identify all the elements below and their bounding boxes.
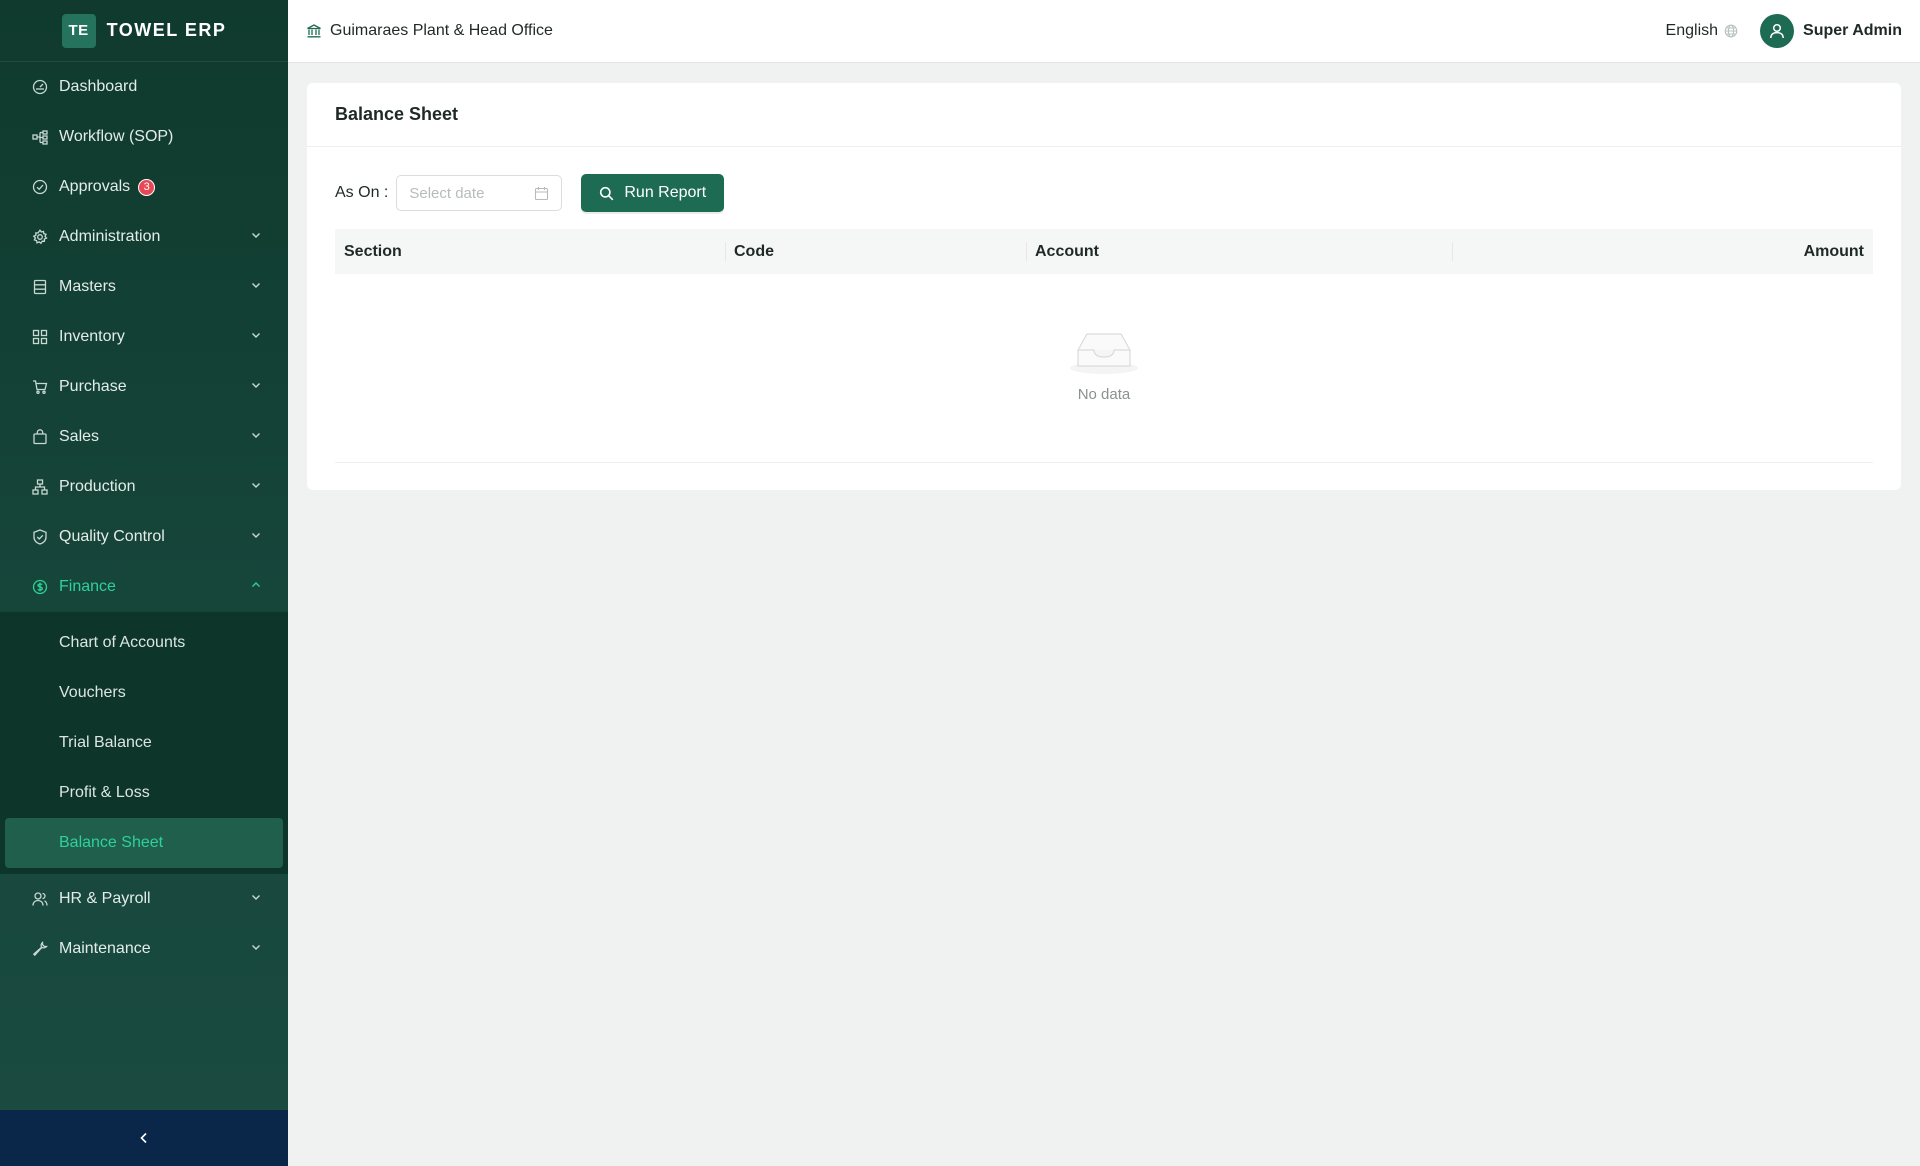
- column-header-amount[interactable]: Amount: [1452, 229, 1873, 274]
- brand[interactable]: TE TOWEL ERP: [0, 0, 288, 62]
- gear-icon: [32, 229, 48, 245]
- check-circle-icon: [32, 179, 48, 195]
- sidebar-item-label: Quality Control: [59, 528, 165, 545]
- sidebar: TE TOWEL ERP Dashboard Workflow (SOP) Ap…: [0, 0, 288, 1166]
- sidebar-item-label: Maintenance: [59, 940, 151, 957]
- sidebar-collapse-button[interactable]: [0, 1110, 288, 1166]
- globe-icon: [1724, 24, 1738, 38]
- sidebar-item-approvals[interactable]: Approvals 3: [0, 162, 288, 212]
- sidebar-item-purchase[interactable]: Purchase: [0, 362, 288, 412]
- sidebar-item-finance[interactable]: Finance: [0, 562, 288, 612]
- sidebar-item-label: Inventory: [59, 328, 125, 345]
- database-icon: [32, 279, 48, 295]
- search-icon: [600, 186, 614, 200]
- sidebar-item-label: Workflow (SOP): [59, 128, 174, 145]
- workflow-icon: [32, 129, 48, 145]
- column-header-account[interactable]: Account: [1026, 229, 1452, 274]
- as-on-date-picker[interactable]: [396, 175, 563, 211]
- balance-sheet-table: Section Code Account Amount No data: [335, 229, 1873, 463]
- sidebar-item-workflow[interactable]: Workflow (SOP): [0, 112, 288, 162]
- table-header: Section Code Account Amount: [335, 229, 1873, 274]
- dashboard-icon: [32, 79, 48, 95]
- sidebar-menu: Dashboard Workflow (SOP) Approvals 3 Adm…: [0, 62, 288, 974]
- sidebar-item-label: Purchase: [59, 378, 127, 395]
- chevron-up-icon: [252, 582, 260, 587]
- sidebar-item-label: Administration: [59, 228, 161, 245]
- grid-icon: [32, 329, 48, 345]
- wrench-icon: [32, 941, 48, 957]
- chevron-down-icon: [252, 233, 260, 238]
- dollar-circle-icon: [32, 579, 48, 595]
- chevron-down-icon: [252, 483, 260, 488]
- sidebar-subitem-balance-sheet[interactable]: Balance Sheet: [5, 818, 283, 868]
- chevron-down-icon: [252, 333, 260, 338]
- chevron-down-icon: [252, 895, 260, 900]
- sidebar-subitem-chart-of-accounts[interactable]: Chart of Accounts: [0, 618, 288, 668]
- chevron-down-icon: [252, 433, 260, 438]
- sidebar-subitem-trial-balance[interactable]: Trial Balance: [0, 718, 288, 768]
- finance-submenu: Chart of Accounts Vouchers Trial Balance…: [0, 612, 288, 874]
- chevron-down-icon: [252, 945, 260, 950]
- column-header-section[interactable]: Section: [335, 229, 725, 274]
- sidebar-item-label: Approvals: [59, 178, 131, 195]
- empty-state: No data: [335, 274, 1873, 463]
- sidebar-item-administration[interactable]: Administration: [0, 212, 288, 262]
- avatar: [1760, 14, 1795, 48]
- column-header-code[interactable]: Code: [725, 229, 1026, 274]
- user-name: Super Admin: [1803, 22, 1902, 39]
- chevron-down-icon: [252, 533, 260, 538]
- chevron-down-icon: [252, 283, 260, 288]
- balance-sheet-card: Balance Sheet As On : Run Report Section…: [307, 83, 1901, 490]
- shield-check-icon: [32, 529, 48, 545]
- sidebar-item-sales[interactable]: Sales: [0, 412, 288, 462]
- org-name: Guimaraes Plant & Head Office: [330, 22, 553, 39]
- language-label: English: [1665, 22, 1719, 39]
- approvals-count-badge: 3: [138, 178, 156, 196]
- language-switcher[interactable]: English: [1666, 22, 1738, 40]
- sidebar-subitem-profit-loss[interactable]: Profit & Loss: [0, 768, 288, 818]
- sidebar-item-inventory[interactable]: Inventory: [0, 312, 288, 362]
- users-icon: [32, 891, 48, 907]
- org-switcher[interactable]: Guimaraes Plant & Head Office: [306, 22, 553, 40]
- empty-state-text: No data: [1077, 385, 1131, 403]
- cluster-icon: [32, 479, 48, 495]
- chevron-down-icon: [252, 383, 260, 388]
- empty-inbox-icon: [1070, 332, 1138, 374]
- user-icon: [1770, 23, 1784, 39]
- sidebar-item-dashboard[interactable]: Dashboard: [0, 62, 288, 112]
- sidebar-item-label: Dashboard: [59, 78, 138, 95]
- sidebar-item-hr-payroll[interactable]: HR & Payroll: [0, 874, 288, 924]
- run-report-button[interactable]: Run Report: [581, 174, 725, 212]
- sidebar-item-quality-control[interactable]: Quality Control: [0, 512, 288, 562]
- user-menu[interactable]: Super Admin: [1760, 14, 1902, 48]
- header-actions: English Super Admin: [1666, 14, 1902, 48]
- sidebar-item-masters[interactable]: Masters: [0, 262, 288, 312]
- sidebar-item-label: HR & Payroll: [59, 890, 151, 907]
- page-title: Balance Sheet: [307, 83, 1901, 147]
- brand-name: TOWEL ERP: [106, 20, 227, 40]
- sidebar-subitem-vouchers[interactable]: Vouchers: [0, 668, 288, 718]
- sidebar-item-label: Masters: [59, 278, 116, 295]
- sidebar-item-maintenance[interactable]: Maintenance: [0, 924, 288, 974]
- top-header: Guimaraes Plant & Head Office English Su…: [288, 0, 1920, 63]
- chevron-left-icon: [140, 1132, 147, 1144]
- sidebar-item-label: Production: [59, 478, 136, 495]
- bag-icon: [32, 429, 48, 445]
- bank-icon: [307, 24, 321, 38]
- sidebar-item-label: Finance: [59, 578, 116, 595]
- cart-icon: [32, 379, 48, 395]
- run-report-label: Run Report: [624, 184, 707, 201]
- report-filter-bar: As On : Run Report: [335, 174, 725, 212]
- brand-logo: TE: [61, 13, 96, 48]
- as-on-date-input[interactable]: [409, 184, 530, 202]
- sidebar-item-production[interactable]: Production: [0, 462, 288, 512]
- as-on-label: As On :: [335, 184, 389, 201]
- sidebar-item-label: Sales: [59, 428, 100, 445]
- calendar-icon: [535, 186, 549, 200]
